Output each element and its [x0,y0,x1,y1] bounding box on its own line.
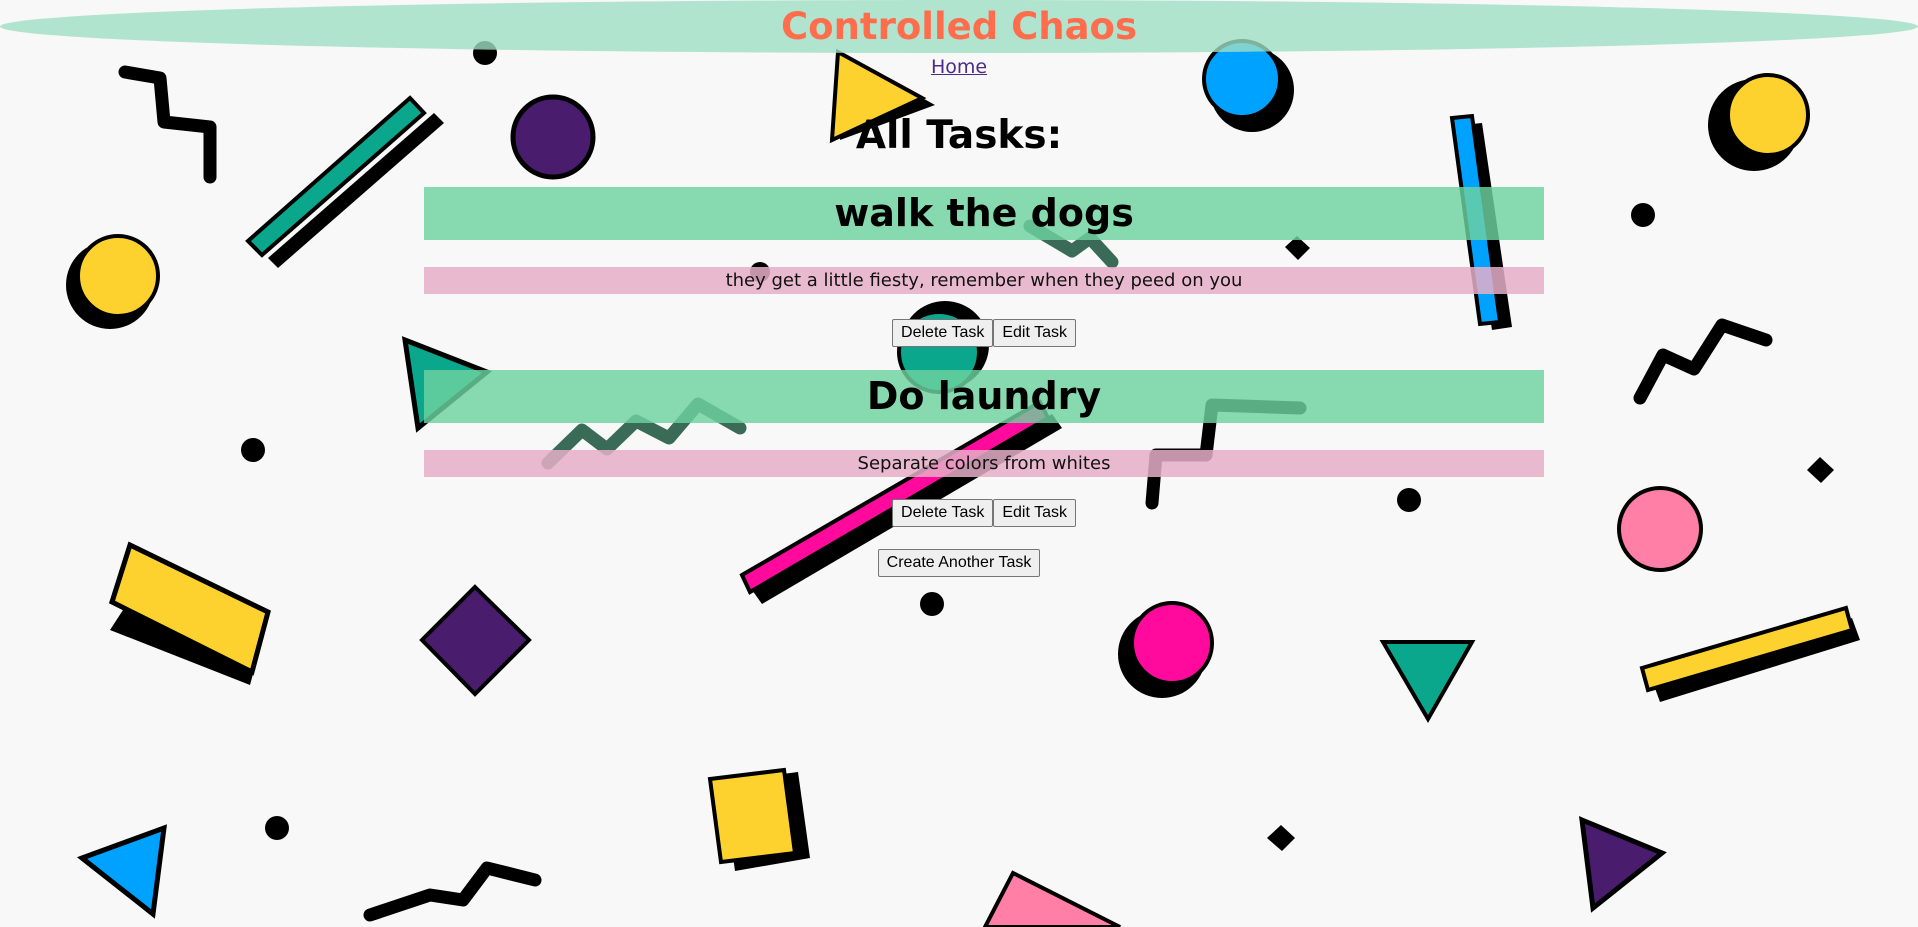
site-header: Controlled Chaos [0,0,1918,53]
task-actions: Delete Task Edit Task [424,499,1544,527]
task-title: Do laundry [424,370,1544,423]
delete-task-button[interactable]: Delete Task [892,319,994,347]
nav: Home [0,56,1918,78]
create-task-area: Create Another Task [0,549,1918,577]
task-title: walk the dogs [424,187,1544,240]
home-link[interactable]: Home [931,56,987,78]
task-description: they get a little fiesty, remember when … [424,267,1544,294]
task-description: Separate colors from whites [424,450,1544,477]
create-task-button[interactable]: Create Another Task [877,549,1041,577]
edit-task-button[interactable]: Edit Task [993,319,1076,347]
site-title: Controlled Chaos [781,5,1137,48]
page-content: Controlled Chaos Home All Tasks: walk th… [0,0,1918,927]
delete-task-button[interactable]: Delete Task [892,499,994,527]
edit-task-button[interactable]: Edit Task [993,499,1076,527]
task-actions: Delete Task Edit Task [424,319,1544,347]
task-card: Do laundry Separate colors from whites D… [424,370,1544,527]
task-card: walk the dogs they get a little fiesty, … [424,187,1544,347]
page-heading: All Tasks: [855,113,1063,158]
